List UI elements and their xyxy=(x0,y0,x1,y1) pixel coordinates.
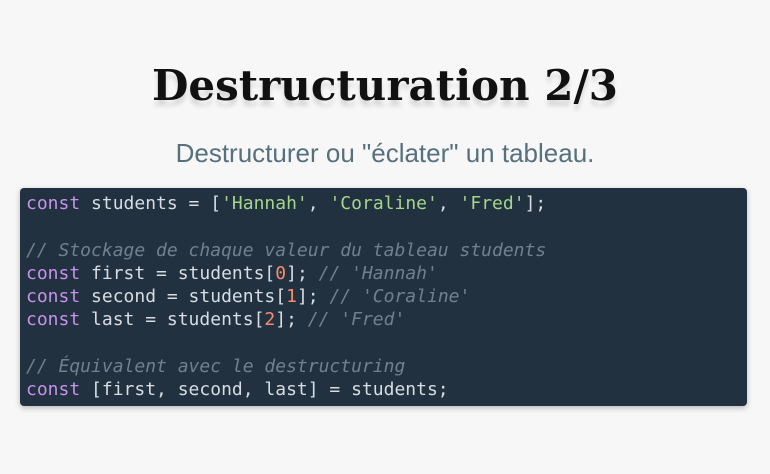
code-comment: // 'Hannah' xyxy=(318,262,438,284)
code-comment: // 'Fred' xyxy=(307,309,406,331)
code-text: second = students[ xyxy=(80,286,287,308)
code-text: [first, second, last] = students; xyxy=(80,379,449,401)
code-text: ]; xyxy=(286,262,319,284)
code-line: // Stockage de chaque valeur du tableau … xyxy=(26,239,747,262)
code-text: , xyxy=(437,193,460,214)
code-text: ]; xyxy=(296,286,330,308)
code-keyword: const xyxy=(26,262,81,284)
code-string: 'Hannah' xyxy=(221,193,308,214)
code-text: ]; xyxy=(275,309,308,331)
code-comment: // Stockage de chaque valeur du tableau … xyxy=(26,239,547,261)
code-string: 'Coraline' xyxy=(329,193,438,214)
code-text: first = students[ xyxy=(80,262,276,284)
code-line: const [first, second, last] = students; xyxy=(26,378,747,401)
code-number: 2 xyxy=(264,309,276,331)
code-text: last = students[ xyxy=(80,309,265,331)
code-keyword: const xyxy=(26,193,81,214)
code-number: 1 xyxy=(286,286,297,308)
slide-title: Destructuration 2/3 xyxy=(151,61,619,110)
code-line: const first = students[0]; // 'Hannah' xyxy=(26,262,747,285)
code-text: , xyxy=(307,193,330,214)
code-text: students = [ xyxy=(80,193,222,214)
code-keyword: const xyxy=(26,309,81,331)
code-comment: // Équivalent avec le destructuring xyxy=(26,356,406,378)
code-number: 0 xyxy=(275,262,287,284)
code-comment: // 'Coraline' xyxy=(329,286,471,308)
code-line: const second = students[1]; // 'Coraline… xyxy=(26,285,747,308)
slide: Destructuration 2/3 Destructurer ou "écl… xyxy=(0,0,770,474)
code-keyword: const xyxy=(26,379,81,401)
code-line: const last = students[2]; // 'Fred' xyxy=(26,308,747,331)
code-line: // Équivalent avec le destructuring xyxy=(26,355,747,378)
slide-subtitle: Destructurer ou "éclater" un tableau. xyxy=(175,138,595,168)
code-text: ]; xyxy=(524,193,547,214)
code-keyword: const xyxy=(26,286,81,308)
code-string: 'Fred' xyxy=(459,193,525,214)
code-line: const students = ['Hannah', 'Coraline', … xyxy=(26,192,747,215)
code-block: const students = ['Hannah', 'Coraline', … xyxy=(20,188,747,406)
